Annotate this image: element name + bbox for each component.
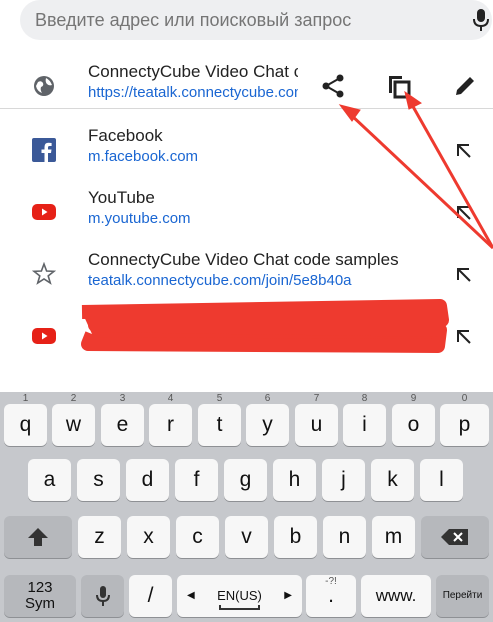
go-key[interactable]: Перейти	[436, 575, 489, 617]
fill-in-arrow-icon[interactable]	[455, 266, 473, 284]
key-o[interactable]: 9o	[392, 394, 435, 446]
key-s[interactable]: s	[77, 459, 120, 501]
suggestion-item[interactable]	[0, 308, 493, 368]
key-i[interactable]: 8i	[343, 394, 386, 446]
key-t[interactable]: 5t	[198, 394, 241, 446]
key-m[interactable]: m	[372, 516, 415, 558]
slash-key[interactable]: /	[129, 575, 172, 617]
copy-icon[interactable]	[385, 72, 413, 100]
microphone-icon[interactable]	[471, 8, 491, 32]
voice-input-key[interactable]	[81, 575, 124, 617]
key-k[interactable]: k	[371, 459, 414, 501]
fill-in-arrow-icon[interactable]	[455, 328, 473, 346]
suggestion-item[interactable]: ConnectyCube Video Chat code samples tea…	[0, 246, 493, 306]
suggestion-title: Facebook	[88, 126, 163, 145]
suggestion-item[interactable]: YouTube m.youtube.com	[0, 184, 493, 244]
suggestion-item[interactable]: ConnectyCube Video Chat code samples htt…	[0, 58, 493, 118]
key-l[interactable]: l	[420, 459, 463, 501]
language-right-arrow-icon: ▶	[284, 590, 292, 601]
key-n[interactable]: n	[323, 516, 366, 558]
microphone-icon	[95, 586, 110, 606]
address-input[interactable]	[35, 9, 425, 31]
key-j[interactable]: j	[322, 459, 365, 501]
period-key[interactable]: -?!.	[306, 575, 356, 617]
backspace-key[interactable]	[421, 516, 489, 558]
key-b[interactable]: b	[274, 516, 317, 558]
key-e[interactable]: 3e	[101, 394, 144, 446]
key-g[interactable]: g	[224, 459, 267, 501]
suggestion-url: m.youtube.com	[88, 210, 191, 227]
suggestion-url: m.facebook.com	[88, 148, 199, 165]
keyboard: 1q 2w 3e 4r 5t 6y 7u 8i 9o 0p a s d f g …	[0, 392, 493, 622]
suggestion-title: YouTube	[88, 188, 155, 207]
key-y[interactable]: 6y	[246, 394, 289, 446]
suggestion-item[interactable]: Facebook m.facebook.com	[0, 122, 493, 182]
star-icon	[32, 262, 56, 285]
fill-in-arrow-icon[interactable]	[455, 142, 473, 160]
globe-icon	[34, 76, 54, 96]
key-p[interactable]: 0p	[440, 394, 489, 446]
language-left-arrow-icon: ◀	[187, 590, 195, 601]
key-h[interactable]: h	[273, 459, 316, 501]
edit-icon[interactable]	[451, 72, 479, 100]
key-x[interactable]: x	[127, 516, 170, 558]
key-q[interactable]: 1q	[4, 394, 47, 446]
symbols-key[interactable]: 123 Sym	[4, 575, 76, 617]
suggestion-url: teatalk.connectycube.com/join/5e8b40a	[88, 272, 352, 289]
youtube-icon	[32, 328, 56, 344]
shift-key[interactable]	[4, 516, 72, 558]
shift-icon	[28, 528, 48, 546]
youtube-icon	[32, 204, 56, 220]
key-u[interactable]: 7u	[295, 394, 338, 446]
suggestion-title: ConnectyCube Video Chat code samples	[88, 62, 298, 81]
space-bar-icon	[219, 605, 260, 610]
fill-in-arrow-icon[interactable]	[455, 204, 473, 222]
key-f[interactable]: f	[175, 459, 218, 501]
key-a[interactable]: a	[28, 459, 71, 501]
space-key[interactable]: ◀ EN(US) ▶	[177, 575, 302, 617]
suggestion-title: ConnectyCube Video Chat code samples	[88, 250, 399, 269]
key-z[interactable]: z	[78, 516, 121, 558]
address-bar[interactable]	[20, 0, 492, 40]
suggestion-url: https://teatalk.connectycube.com/join/5e…	[88, 84, 298, 101]
key-c[interactable]: c	[176, 516, 219, 558]
share-icon[interactable]	[319, 72, 347, 100]
key-d[interactable]: d	[126, 459, 169, 501]
key-v[interactable]: v	[225, 516, 268, 558]
key-r[interactable]: 4r	[149, 394, 192, 446]
facebook-icon	[32, 138, 56, 162]
www-key[interactable]: www.	[361, 575, 431, 617]
backspace-icon	[441, 529, 468, 545]
divider	[0, 108, 493, 109]
key-w[interactable]: 2w	[52, 394, 95, 446]
